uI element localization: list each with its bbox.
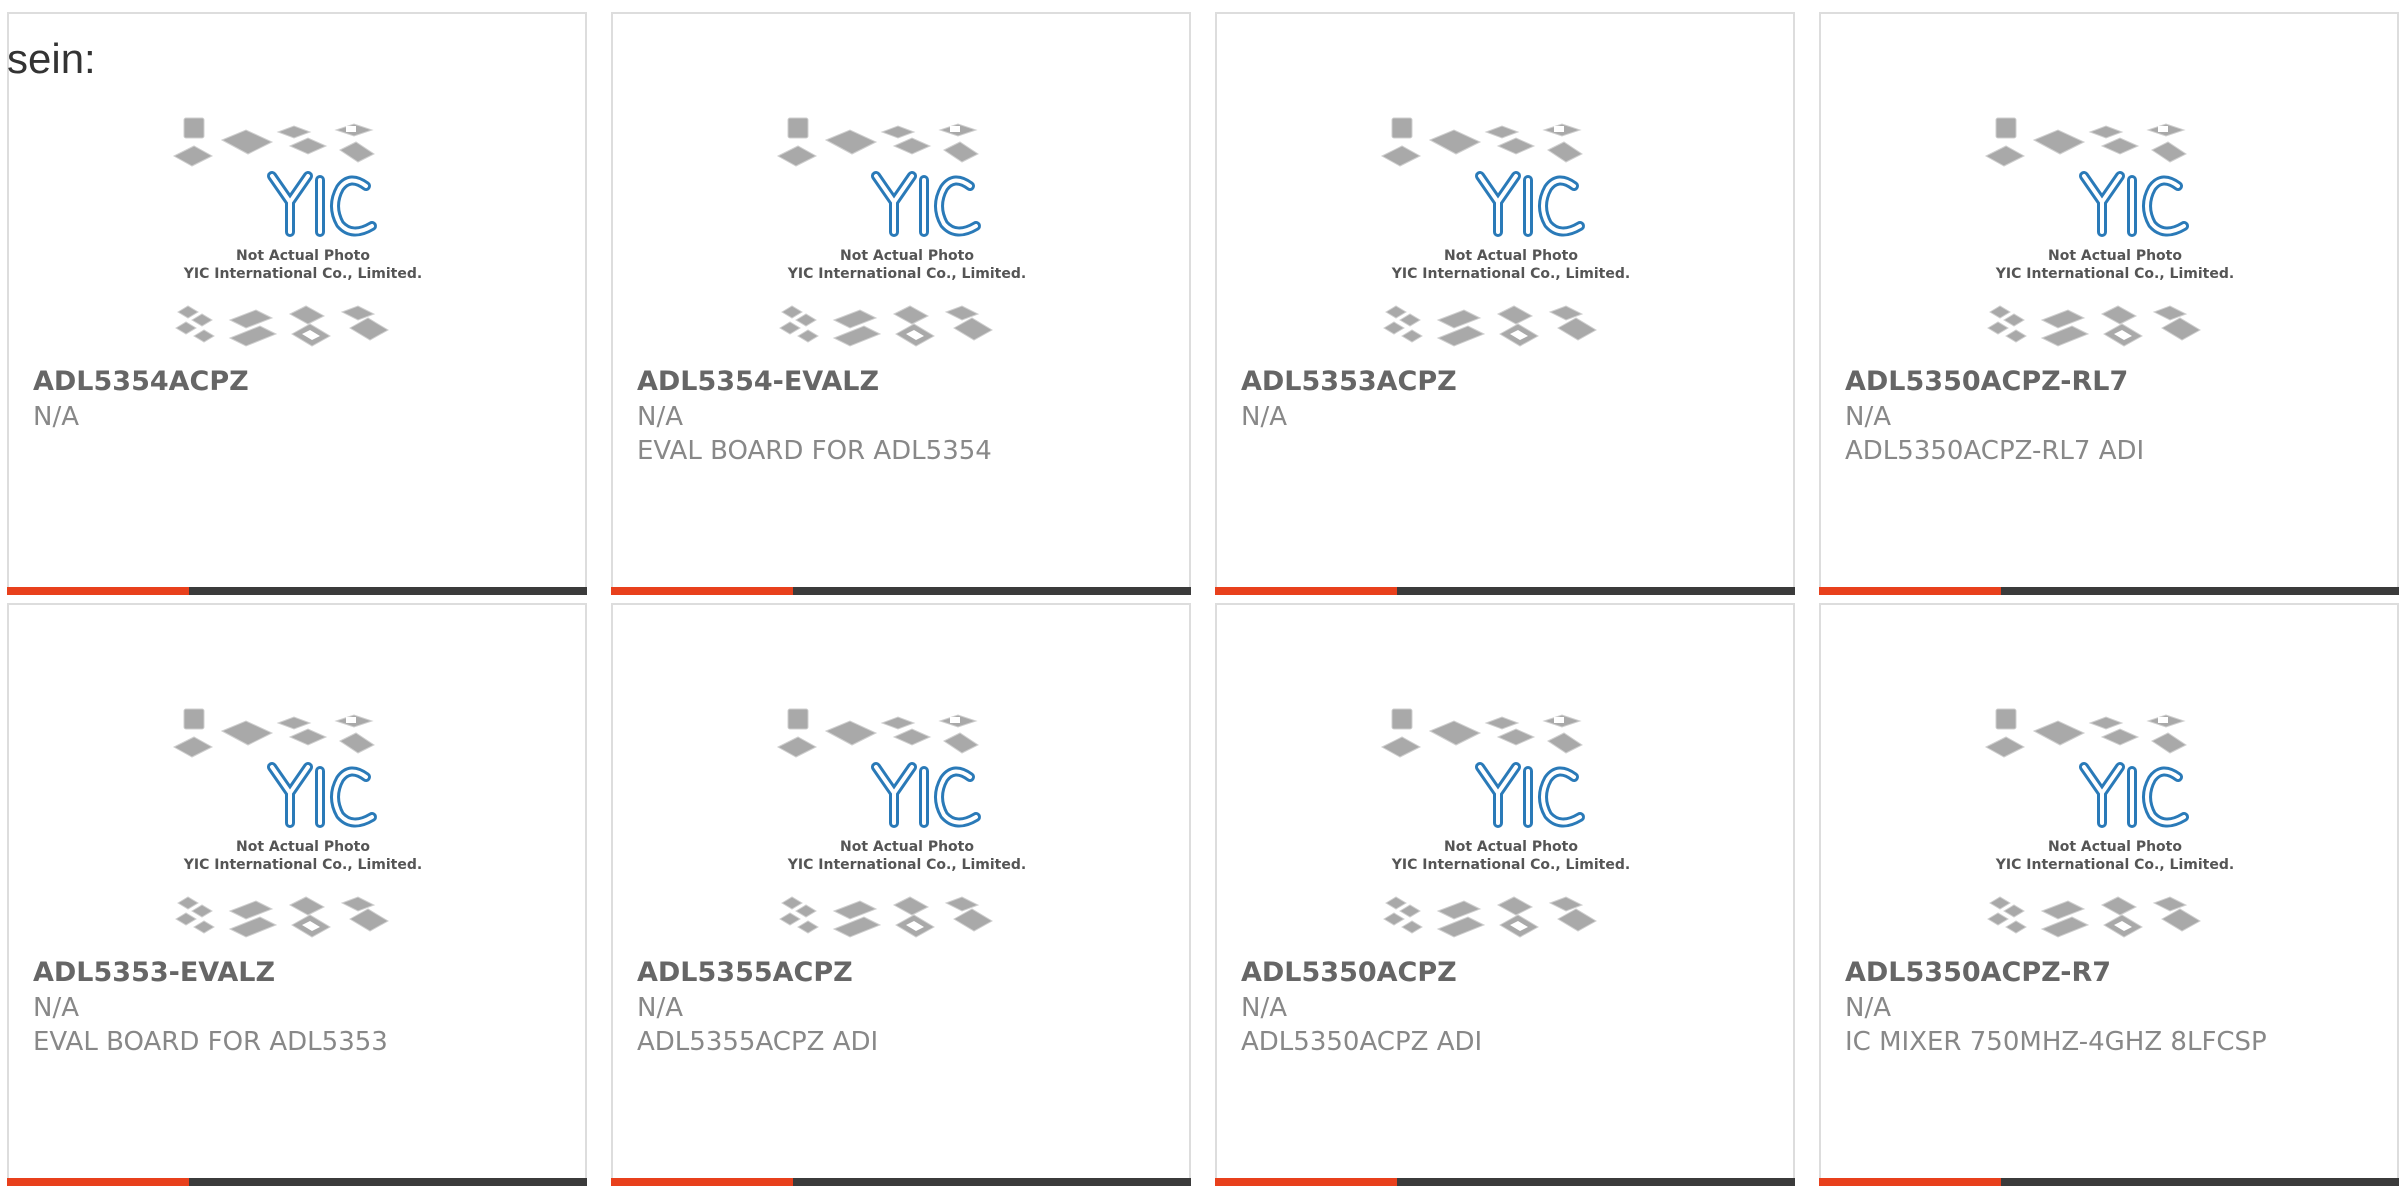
thumbnail-caption-line1: Not Actual Photo <box>840 839 974 855</box>
product-description: EVAL BOARD FOR ADL5353 <box>33 1027 388 1057</box>
product-thumbnail: Not Actual Photo YIC International Co., … <box>1984 708 2234 938</box>
thumbnail-caption-line1: Not Actual Photo <box>1444 839 1578 855</box>
product-thumbnail: Not Actual Photo YIC International Co., … <box>776 117 1026 347</box>
product-name-link[interactable]: ADL5355ACPZ <box>637 957 853 988</box>
product-manufacturer: N/A <box>637 402 683 432</box>
product-description: ADL5350ACPZ-RL7 ADI <box>1845 436 2145 466</box>
product-card[interactable]: Not Actual Photo YIC International Co., … <box>1215 12 1795 595</box>
card-bar-accent <box>7 587 189 595</box>
product-description: ADL5350ACPZ ADI <box>1241 1027 1483 1057</box>
product-name-link[interactable]: ADL5350ACPZ-R7 <box>1845 957 2111 988</box>
product-card[interactable]: Not Actual Photo YIC International Co., … <box>1215 603 1795 1186</box>
card-bar-accent <box>1819 587 2001 595</box>
product-thumbnail: Not Actual Photo YIC International Co., … <box>172 708 422 938</box>
product-manufacturer: N/A <box>33 993 79 1023</box>
thumbnail-caption-line1: Not Actual Photo <box>2048 248 2182 264</box>
product-description: IC MIXER 750MHZ-4GHZ 8LFCSP <box>1845 1027 2267 1057</box>
card-bottom-bar <box>7 587 587 595</box>
product-name-link[interactable]: ADL5353-EVALZ <box>33 957 275 988</box>
product-card[interactable]: Not Actual Photo YIC International Co., … <box>611 603 1191 1186</box>
product-grid: Not Actual Photo YIC International Co., … <box>0 0 2400 1186</box>
thumbnail-caption-line1: Not Actual Photo <box>2048 839 2182 855</box>
product-name-link[interactable]: ADL5354ACPZ <box>33 366 249 397</box>
thumbnail-caption-line1: Not Actual Photo <box>840 248 974 264</box>
product-thumbnail: Not Actual Photo YIC International Co., … <box>1380 708 1630 938</box>
card-bottom-bar <box>7 1178 587 1186</box>
product-name-link[interactable]: ADL5354-EVALZ <box>637 366 879 397</box>
product-manufacturer: N/A <box>1241 402 1287 432</box>
product-name-link[interactable]: ADL5350ACPZ-RL7 <box>1845 366 2128 397</box>
thumbnail-caption-line2: YIC International Co., Limited. <box>183 266 422 282</box>
thumbnail-caption-line1: Not Actual Photo <box>1444 248 1578 264</box>
product-thumbnail: Not Actual Photo YIC International Co., … <box>1380 117 1630 347</box>
card-bottom-bar <box>611 587 1191 595</box>
thumbnail-caption-line2: YIC International Co., Limited. <box>1995 857 2234 873</box>
product-manufacturer: N/A <box>33 402 79 432</box>
card-bottom-bar <box>1819 1178 2399 1186</box>
product-image[interactable]: Not Actual Photo YIC International Co., … <box>1972 697 2258 947</box>
product-image[interactable]: Not Actual Photo YIC International Co., … <box>1368 697 1654 947</box>
thumbnail-caption-line2: YIC International Co., Limited. <box>1391 857 1630 873</box>
product-card[interactable]: Not Actual Photo YIC International Co., … <box>611 12 1191 595</box>
thumbnail-caption-line2: YIC International Co., Limited. <box>1391 266 1630 282</box>
product-name-link[interactable]: ADL5353ACPZ <box>1241 366 1457 397</box>
product-image[interactable]: Not Actual Photo YIC International Co., … <box>160 106 446 356</box>
card-bottom-bar <box>1819 587 2399 595</box>
product-card[interactable]: Not Actual Photo YIC International Co., … <box>7 603 587 1186</box>
product-manufacturer: N/A <box>1845 402 1891 432</box>
product-image[interactable]: Not Actual Photo YIC International Co., … <box>1972 106 2258 356</box>
thumbnail-caption-line2: YIC International Co., Limited. <box>787 857 1026 873</box>
card-bar-accent <box>611 1178 793 1186</box>
thumbnail-caption-line2: YIC International Co., Limited. <box>183 857 422 873</box>
product-image[interactable]: Not Actual Photo YIC International Co., … <box>764 106 1050 356</box>
product-manufacturer: N/A <box>1241 993 1287 1023</box>
card-bottom-bar <box>1215 1178 1795 1186</box>
product-name-link[interactable]: ADL5350ACPZ <box>1241 957 1457 988</box>
product-description: ADL5355ACPZ ADI <box>637 1027 879 1057</box>
product-image[interactable]: Not Actual Photo YIC International Co., … <box>764 697 1050 947</box>
thumbnail-caption-line1: Not Actual Photo <box>236 839 370 855</box>
product-image[interactable]: Not Actual Photo YIC International Co., … <box>160 697 446 947</box>
card-bar-accent <box>611 587 793 595</box>
card-bottom-bar <box>611 1178 1191 1186</box>
product-thumbnail: Not Actual Photo YIC International Co., … <box>172 117 422 347</box>
product-thumbnail: Not Actual Photo YIC International Co., … <box>1984 117 2234 347</box>
product-manufacturer: N/A <box>1845 993 1891 1023</box>
product-thumbnail: Not Actual Photo YIC International Co., … <box>776 708 1026 938</box>
card-bottom-bar <box>1215 587 1795 595</box>
thumbnail-caption-line2: YIC International Co., Limited. <box>1995 266 2234 282</box>
thumbnail-caption-line2: YIC International Co., Limited. <box>787 266 1026 282</box>
product-manufacturer: N/A <box>637 993 683 1023</box>
product-image[interactable]: Not Actual Photo YIC International Co., … <box>1368 106 1654 356</box>
card-bar-accent <box>1215 1178 1397 1186</box>
product-description: EVAL BOARD FOR ADL5354 <box>637 436 992 466</box>
product-card[interactable]: Not Actual Photo YIC International Co., … <box>7 12 587 595</box>
product-card[interactable]: Not Actual Photo YIC International Co., … <box>1819 603 2399 1186</box>
card-bar-accent <box>1819 1178 2001 1186</box>
card-bar-accent <box>1215 587 1397 595</box>
card-bar-accent <box>7 1178 189 1186</box>
thumbnail-caption-line1: Not Actual Photo <box>236 248 370 264</box>
product-card[interactable]: Not Actual Photo YIC International Co., … <box>1819 12 2399 595</box>
intro-text: sein: <box>7 35 96 82</box>
